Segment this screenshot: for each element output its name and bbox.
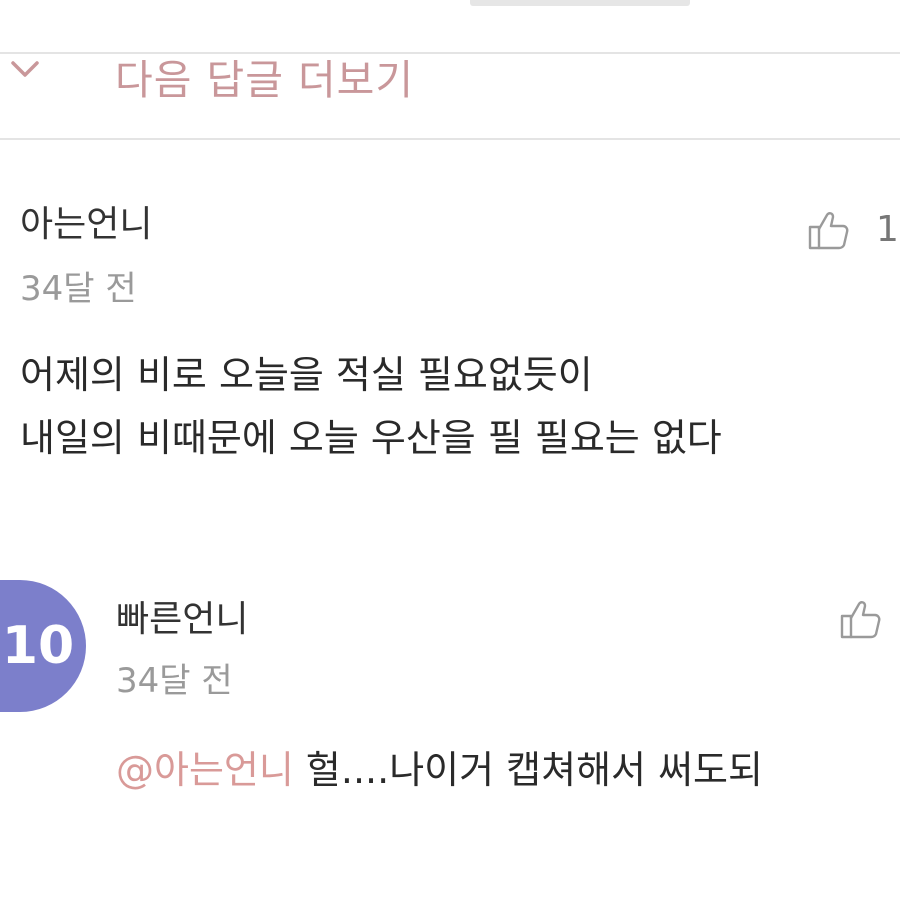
chevron-down-icon	[11, 61, 39, 77]
more-replies-button[interactable]: 다음 답글 더보기	[0, 52, 900, 140]
thumbs-up-icon[interactable]	[806, 207, 852, 253]
more-replies-label: 다음 답글 더보기	[115, 56, 415, 104]
comment-body-line: 내일의 비때문에 오늘 우산을 필 필요는 없다	[20, 416, 722, 460]
comment-body: @아는언니 헐....나이거 캡쳐해서 써도되	[116, 740, 763, 800]
like-count: 1	[876, 209, 899, 250]
mention-link[interactable]: @아는언니	[116, 748, 294, 792]
comment-body-text: 헐....나이거 캡쳐해서 써도되	[293, 748, 763, 792]
thumbs-up-icon[interactable]	[838, 596, 884, 642]
comment-timestamp: 34달 전	[116, 661, 233, 701]
avatar[interactable]: 10	[0, 580, 86, 712]
comment-username[interactable]: 아는언니	[20, 203, 152, 247]
comment-username[interactable]: 빠른언니	[116, 598, 248, 642]
comment-body-line: 어제의 비로 오늘을 적실 필요없듯이	[20, 353, 593, 397]
comment: 아는언니 34달 전 1 어제의 비로 오늘을 적실 필요없듯이 내일의 비때문…	[0, 195, 900, 495]
reply-comment: 10 빠른언니 34달 전 @아는언니 헐....나이거 캡쳐해서 써도되	[0, 580, 900, 840]
comment-timestamp: 34달 전	[20, 269, 137, 309]
previous-content-edge	[470, 0, 690, 6]
comment-thread: 다음 답글 더보기 아는언니 34달 전 1 어제의 비로 오늘을 적실 필요없…	[0, 0, 900, 900]
